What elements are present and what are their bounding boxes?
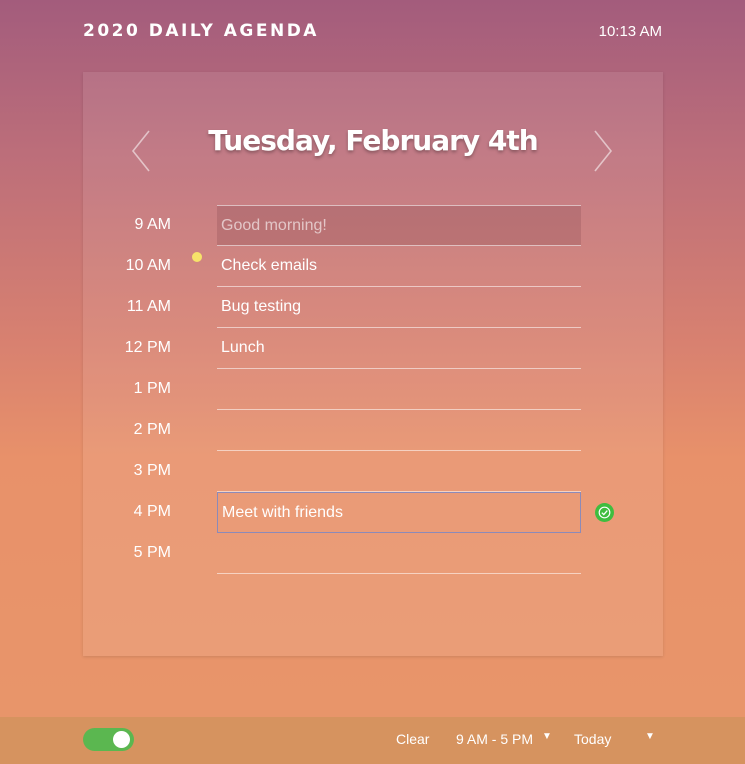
hour-label: 11 AM — [126, 298, 171, 315]
hour-row-4pm: 4 PM Meet with friends — [83, 492, 663, 533]
hour-entry-input[interactable] — [217, 533, 581, 574]
hour-entry-input[interactable] — [217, 451, 581, 492]
hour-entry-input[interactable]: Good morning! — [217, 205, 581, 246]
day-select[interactable]: Today — [574, 731, 611, 747]
hour-label: 10 AM — [125, 257, 171, 274]
hour-entry-input[interactable]: Bug testing — [217, 287, 581, 328]
hour-label: 12 PM — [124, 339, 171, 356]
save-entry-button[interactable] — [595, 503, 614, 522]
current-time-indicator — [192, 252, 202, 262]
hour-range-select[interactable]: 9 AM - 5 PM — [456, 731, 533, 747]
hour-row-3pm: 3 PM — [83, 451, 663, 492]
toggle-knob — [113, 731, 130, 748]
hour-entry-input[interactable]: Check emails — [217, 246, 581, 287]
next-day-button[interactable] — [593, 130, 613, 172]
hour-row-11am: 11 AM Bug testing — [83, 287, 663, 328]
agenda-card: Tuesday, February 4th 9 AM Good morning!… — [83, 72, 663, 656]
check-circle-icon — [598, 506, 611, 519]
hour-entry-input[interactable] — [217, 410, 581, 451]
hour-entry-input[interactable] — [217, 369, 581, 410]
app-title: 2020 DAILY AGENDA — [83, 21, 319, 41]
hour-row-5pm: 5 PM — [83, 533, 663, 574]
hour-label: 1 PM — [133, 380, 171, 397]
hour-row-10am: 10 AM Check emails — [83, 246, 663, 287]
hour-row-9am: 9 AM Good morning! — [83, 205, 663, 246]
footer-bar: Clear 9 AM - 5 PM ▼ Today ▼ — [0, 717, 745, 764]
clear-button[interactable]: Clear — [396, 731, 429, 747]
hour-label: 9 AM — [134, 216, 171, 233]
hour-entry-input[interactable]: Lunch — [217, 328, 581, 369]
hour-row-1pm: 1 PM — [83, 369, 663, 410]
hour-label: 4 PM — [133, 503, 171, 520]
caret-down-icon: ▼ — [542, 731, 552, 742]
hour-row-12pm: 12 PM Lunch — [83, 328, 663, 369]
hour-list: 9 AM Good morning! 10 AM Check emails 11… — [83, 205, 663, 574]
chevron-right-icon — [594, 130, 613, 172]
hour-label: 2 PM — [133, 421, 171, 438]
current-time: 10:13 AM — [598, 23, 662, 40]
hour-label: 5 PM — [133, 544, 171, 561]
hour-label: 3 PM — [133, 462, 171, 479]
theme-toggle[interactable] — [83, 728, 134, 751]
hour-entry-input-editing[interactable]: Meet with friends — [217, 492, 581, 533]
caret-down-icon: ▼ — [645, 731, 655, 742]
date-title: Tuesday, February 4th — [208, 124, 538, 157]
hour-row-2pm: 2 PM — [83, 410, 663, 451]
